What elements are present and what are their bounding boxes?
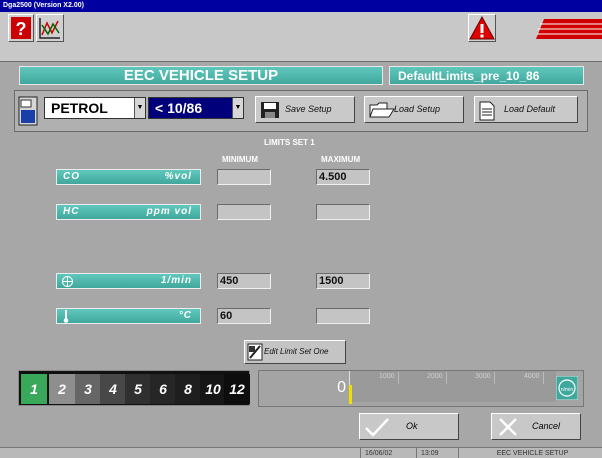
graph-button[interactable] xyxy=(36,14,64,42)
co-min-field[interactable] xyxy=(217,169,271,185)
minimum-header: MINIMUM xyxy=(222,155,258,164)
limit-set-tab[interactable]: 8 xyxy=(175,374,201,404)
help-button[interactable]: ? xyxy=(8,14,34,42)
brand-logo xyxy=(536,19,602,39)
profile-name: DefaultLimits_pre_10_86 xyxy=(389,66,584,85)
hc-min-field[interactable] xyxy=(217,204,271,220)
status-screen: EEC VEHICLE SETUP xyxy=(458,448,602,458)
svg-text:?: ? xyxy=(16,19,27,39)
rpm-marker xyxy=(349,385,352,404)
param-unit: %vol xyxy=(164,171,192,182)
save-setup-label: Save Setup xyxy=(285,104,332,114)
param-unit: 1/min xyxy=(160,275,192,286)
co-label: CO %vol xyxy=(56,169,201,185)
check-icon xyxy=(365,418,389,437)
rpm-gauge-icon[interactable]: n/min xyxy=(556,376,578,400)
load-default-button[interactable]: Load Default xyxy=(474,96,578,123)
temperature-label: °C xyxy=(56,308,201,324)
temp-max-field[interactable] xyxy=(316,308,370,324)
edit-limit-set-button[interactable]: Edit Limit Set One xyxy=(244,340,346,364)
load-setup-button[interactable]: Load Setup xyxy=(364,96,464,123)
date-select[interactable]: < 10/86 ▼ xyxy=(148,97,244,119)
engine-speed-icon xyxy=(62,276,73,287)
help-icon: ? xyxy=(11,17,31,39)
limits-set-title: LIMITS SET 1 xyxy=(264,138,315,147)
window-title: Dga2500 (Version X2.00) xyxy=(0,0,602,12)
status-time: 13:09 xyxy=(416,448,439,458)
graph-icon xyxy=(39,18,60,39)
status-date: 16/06/02 xyxy=(360,448,392,458)
limit-set-tab[interactable]: 4 xyxy=(100,374,126,404)
maximum-header: MAXIMUM xyxy=(321,155,361,164)
limit-set-tab[interactable]: 2 xyxy=(49,374,75,404)
limit-set-tab[interactable]: 10 xyxy=(200,374,226,404)
param-name: HC xyxy=(63,206,80,217)
save-setup-button[interactable]: Save Setup xyxy=(255,96,355,123)
ok-button[interactable]: Ok xyxy=(359,413,459,440)
param-unit: ppm vol xyxy=(146,206,192,217)
document-icon xyxy=(479,101,495,121)
rpm-tick-line xyxy=(543,372,544,384)
cancel-label: Cancel xyxy=(532,421,561,431)
rpm-tick-line xyxy=(398,372,399,384)
rpm-max-field[interactable]: 1500 xyxy=(316,273,370,289)
rpm-tick-line xyxy=(494,372,495,384)
fuel-select[interactable]: PETROL ▼ xyxy=(44,97,146,119)
rpm-tick-label: 2000 xyxy=(427,373,443,380)
save-icon xyxy=(261,102,279,118)
hc-max-field[interactable] xyxy=(316,204,370,220)
load-setup-label: Load Setup xyxy=(394,104,441,114)
hc-label: HC ppm vol xyxy=(56,204,201,220)
limit-set-tab[interactable]: 5 xyxy=(125,374,151,404)
co-max-field[interactable]: 4.500 xyxy=(316,169,370,185)
limit-set-tab[interactable]: 1 xyxy=(21,374,47,404)
param-name: CO xyxy=(63,171,80,182)
rpm-tick-line xyxy=(446,372,447,384)
limit-set-tab[interactable]: 12 xyxy=(224,374,250,404)
rpm-label: 1/min xyxy=(56,273,201,289)
close-icon xyxy=(499,418,517,436)
toolbar xyxy=(0,12,602,62)
load-default-label: Load Default xyxy=(504,104,556,114)
limit-set-tab[interactable]: 6 xyxy=(150,374,176,404)
temp-min-field[interactable]: 60 xyxy=(217,308,271,324)
ok-label: Ok xyxy=(406,421,418,431)
fuel-select-value: PETROL xyxy=(51,100,108,116)
rpm-tick-label: 1000 xyxy=(379,373,395,380)
limit-set-selector: 1 2 3 4 5 6 8 10 12 xyxy=(18,370,250,406)
rpm-value: 0 xyxy=(337,379,346,396)
rpm-tick-label: 3000 xyxy=(475,373,491,380)
rpm-tick-label: 4000 xyxy=(524,373,540,380)
folder-open-icon xyxy=(369,102,395,118)
fuel-pump-icon xyxy=(18,96,38,126)
rpm-min-field[interactable]: 450 xyxy=(217,273,271,289)
chevron-down-icon[interactable]: ▼ xyxy=(134,98,145,118)
status-bar: 16/06/02 13:09 EEC VEHICLE SETUP xyxy=(0,447,602,458)
param-unit: °C xyxy=(178,310,192,321)
cancel-button[interactable]: Cancel xyxy=(491,413,581,440)
edit-limit-set-label: Edit Limit Set One xyxy=(264,347,329,356)
edit-icon xyxy=(247,343,263,361)
chevron-down-icon[interactable]: ▼ xyxy=(232,98,243,118)
warning-button[interactable] xyxy=(468,14,496,42)
limit-set-tab[interactable]: 3 xyxy=(75,374,101,404)
thermometer-icon xyxy=(63,310,69,323)
date-select-value: < 10/86 xyxy=(155,100,203,116)
warning-icon xyxy=(469,15,495,40)
page-title: EEC VEHICLE SETUP xyxy=(19,66,383,85)
rpm-gauge-label: n/min xyxy=(561,387,573,393)
app-window: { "window": { "title": "Dga2500 (Version… xyxy=(0,0,602,458)
